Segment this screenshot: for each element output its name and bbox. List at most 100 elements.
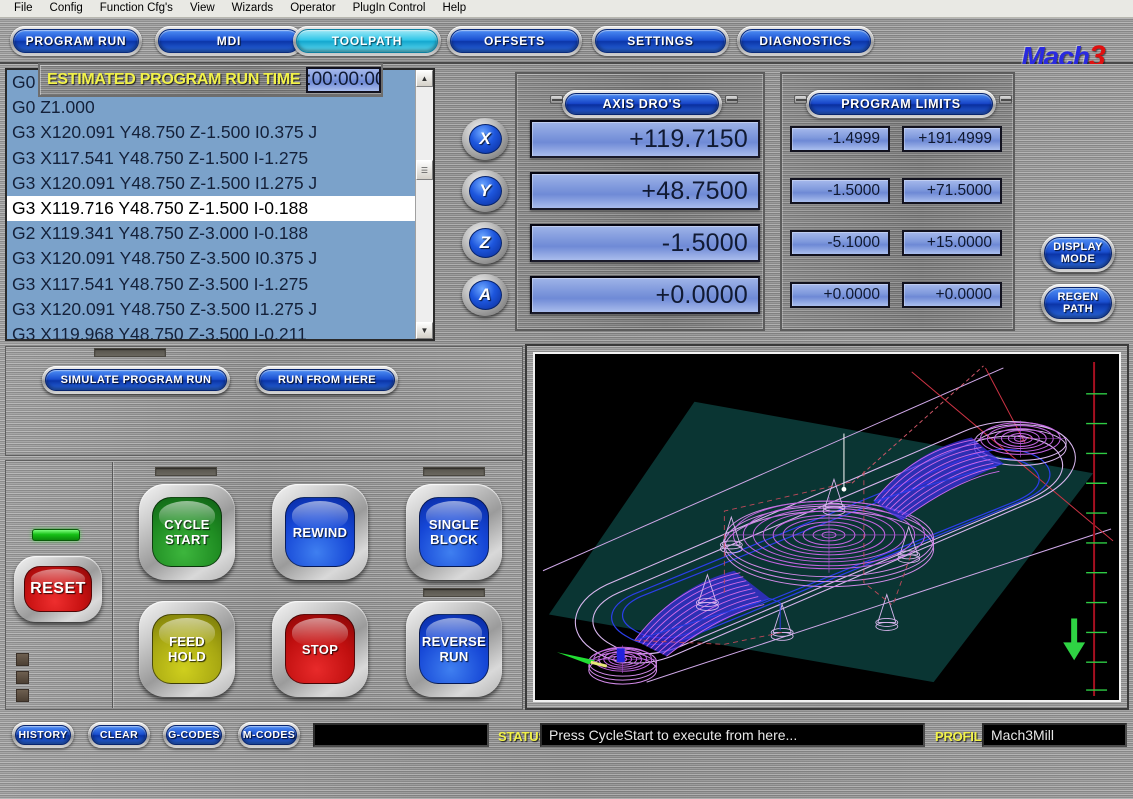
- toolpath-display[interactable]: [533, 352, 1121, 702]
- reset-button-label: RESET: [30, 580, 86, 597]
- tab-diagnostics[interactable]: DIAGNOSTICS: [737, 26, 874, 56]
- gcode-line[interactable]: G3 X120.091 Y48.750 Z-1.500 I0.375 J: [7, 120, 415, 145]
- tab-toolpath[interactable]: TOOLPATH: [293, 26, 441, 56]
- panel-divider: [112, 462, 113, 708]
- dro-value-x[interactable]: +119.7150: [530, 120, 760, 158]
- gcode-listing-panel[interactable]: G0 X119.341 Y48.750 G0 Z1.000 G3 X120.09…: [5, 68, 435, 341]
- screw-icon: [550, 95, 563, 104]
- g-codes-button[interactable]: G-CODES: [163, 722, 225, 748]
- chevron-down-icon[interactable]: ▼: [416, 322, 433, 339]
- dro-value-a[interactable]: +0.0000: [530, 276, 760, 314]
- gcode-line[interactable]: G3 X120.091 Y48.750 Z-3.500 I1.275 J: [7, 297, 415, 322]
- axis-badge-z[interactable]: Z: [462, 222, 508, 264]
- limit-max-a[interactable]: +0.0000: [902, 282, 1002, 308]
- limit-min-z[interactable]: -5.1000: [790, 230, 890, 256]
- display-mode-button[interactable]: DISPLAY MODE: [1041, 234, 1115, 272]
- axis-label-a: A: [478, 285, 492, 304]
- tab-settings[interactable]: SETTINGS: [592, 26, 729, 56]
- menu-item-config[interactable]: Config: [42, 0, 92, 17]
- limit-min-x[interactable]: -1.4999: [790, 126, 890, 152]
- menu-item-view[interactable]: View: [182, 0, 224, 17]
- decorative-slot: [94, 348, 166, 357]
- gcode-line[interactable]: G3 X117.541 Y48.750 Z-1.500 I-1.275: [7, 146, 415, 171]
- m-codes-button-label: M-CODES: [242, 729, 296, 741]
- stop-button[interactable]: STOP: [272, 601, 368, 697]
- limit-min-a-text: +0.0000: [823, 286, 880, 303]
- gcode-scrollbar[interactable]: ▲ ☰ ▼: [415, 70, 433, 339]
- axis-dro-title-plate: AXIS DRO'S: [562, 90, 722, 118]
- indicator-led-1: [16, 653, 29, 666]
- gcode-line[interactable]: G3 X119.968 Y48.750 Z-3.500 I-0.211: [7, 322, 415, 339]
- dro-value-z[interactable]: -1.5000: [530, 224, 760, 262]
- menu-item-file[interactable]: File: [6, 0, 42, 17]
- axis-label-x: X: [479, 129, 491, 148]
- reset-status-led: [32, 529, 80, 541]
- limit-max-x-text: +191.4999: [918, 130, 992, 147]
- clear-button[interactable]: CLEAR: [88, 722, 150, 748]
- limit-min-y[interactable]: -1.5000: [790, 178, 890, 204]
- feed-hold-line1: FEED: [169, 634, 205, 649]
- gcode-line[interactable]: G0 Z1.000: [7, 95, 415, 120]
- menu-item-wizards[interactable]: Wizards: [224, 0, 283, 17]
- tab-settings-label: SETTINGS: [627, 34, 694, 48]
- scrollbar-thumb[interactable]: ☰: [416, 160, 433, 180]
- cycle-start-line2: START: [165, 532, 209, 547]
- limit-min-a[interactable]: +0.0000: [790, 282, 890, 308]
- limit-min-z-text: -5.1000: [827, 234, 880, 251]
- feed-hold-button[interactable]: FEED HOLD: [139, 601, 235, 697]
- tab-program-run-label: PROGRAM RUN: [25, 34, 127, 48]
- axis-badge-a[interactable]: A: [462, 274, 508, 316]
- chevron-up-icon[interactable]: ▲: [416, 70, 433, 87]
- menu-item-function-cfgs[interactable]: Function Cfg's: [92, 0, 182, 17]
- regen-path-button[interactable]: REGEN PATH: [1041, 284, 1115, 322]
- run-from-here-button[interactable]: RUN FROM HERE: [256, 366, 398, 394]
- axis-badge-x[interactable]: X: [462, 118, 508, 160]
- tab-mdi[interactable]: MDI: [155, 26, 303, 56]
- m-codes-button[interactable]: M-CODES: [238, 722, 300, 748]
- history-button-label: HISTORY: [18, 729, 68, 741]
- indicator-led-3: [16, 689, 29, 702]
- simulate-program-run-button[interactable]: SIMULATE PROGRAM RUN: [42, 366, 230, 394]
- indicator-led-2: [16, 671, 29, 684]
- gcode-line[interactable]: G3 X120.091 Y48.750 Z-3.500 I0.375 J: [7, 246, 415, 271]
- program-limits-title: PROGRAM LIMITS: [841, 97, 961, 111]
- cycle-start-button[interactable]: CYCLE START: [139, 484, 235, 580]
- regen-path-line1: REGEN: [1057, 291, 1099, 303]
- menu-item-help[interactable]: Help: [434, 0, 475, 17]
- gcode-line[interactable]: G3 X120.091 Y48.750 Z-1.500 I1.275 J: [7, 171, 415, 196]
- message-field[interactable]: [313, 723, 489, 747]
- limit-max-z[interactable]: +15.0000: [902, 230, 1002, 256]
- tab-offsets[interactable]: OFFSETS: [447, 26, 582, 56]
- limit-min-x-text: -1.4999: [827, 130, 880, 147]
- clear-button-label: CLEAR: [99, 729, 139, 741]
- estimated-run-time-field[interactable]: 0:00:00:00: [306, 67, 381, 93]
- simulate-program-run-label: SIMULATE PROGRAM RUN: [60, 374, 212, 386]
- gcode-line[interactable]: G2 X119.341 Y48.750 Z-3.000 I-0.188: [7, 221, 415, 246]
- gcode-line-current[interactable]: G3 X119.716 Y48.750 Z-1.500 I-0.188: [7, 195, 415, 222]
- limit-max-y[interactable]: +71.5000: [902, 178, 1002, 204]
- axis-badge-y[interactable]: Y: [462, 170, 508, 212]
- reverse-run-line1: REVERSE: [421, 634, 487, 649]
- scrollbar-track[interactable]: ☰: [416, 87, 433, 322]
- limit-max-x[interactable]: +191.4999: [902, 126, 1002, 152]
- cycle-start-line1: CYCLE: [164, 517, 210, 532]
- gcode-line[interactable]: G3 X117.541 Y48.750 Z-3.500 I-1.275: [7, 272, 415, 297]
- screw-icon: [999, 95, 1012, 104]
- single-block-button[interactable]: SINGLE BLOCK: [406, 484, 502, 580]
- reverse-run-line2: RUN: [439, 649, 469, 664]
- gcode-list[interactable]: G0 X119.341 Y48.750 G0 Z1.000 G3 X120.09…: [7, 70, 415, 339]
- rewind-button[interactable]: REWIND: [272, 484, 368, 580]
- reverse-run-button[interactable]: REVERSE RUN: [406, 601, 502, 697]
- axis-label-y: Y: [479, 181, 491, 200]
- menu-item-plugin-control[interactable]: PlugIn Control: [345, 0, 435, 17]
- profile-value: Mach3Mill: [991, 727, 1055, 743]
- limit-max-z-text: +15.0000: [926, 234, 992, 251]
- run-from-here-label: RUN FROM HERE: [277, 374, 377, 386]
- single-block-line2: BLOCK: [430, 532, 478, 547]
- reset-button[interactable]: RESET: [14, 556, 102, 622]
- status-field: Press CycleStart to execute from here...: [540, 723, 925, 747]
- history-button[interactable]: HISTORY: [12, 722, 74, 748]
- dro-value-y[interactable]: +48.7500: [530, 172, 760, 210]
- tab-program-run[interactable]: PROGRAM RUN: [10, 26, 142, 56]
- menu-item-operator[interactable]: Operator: [282, 0, 344, 17]
